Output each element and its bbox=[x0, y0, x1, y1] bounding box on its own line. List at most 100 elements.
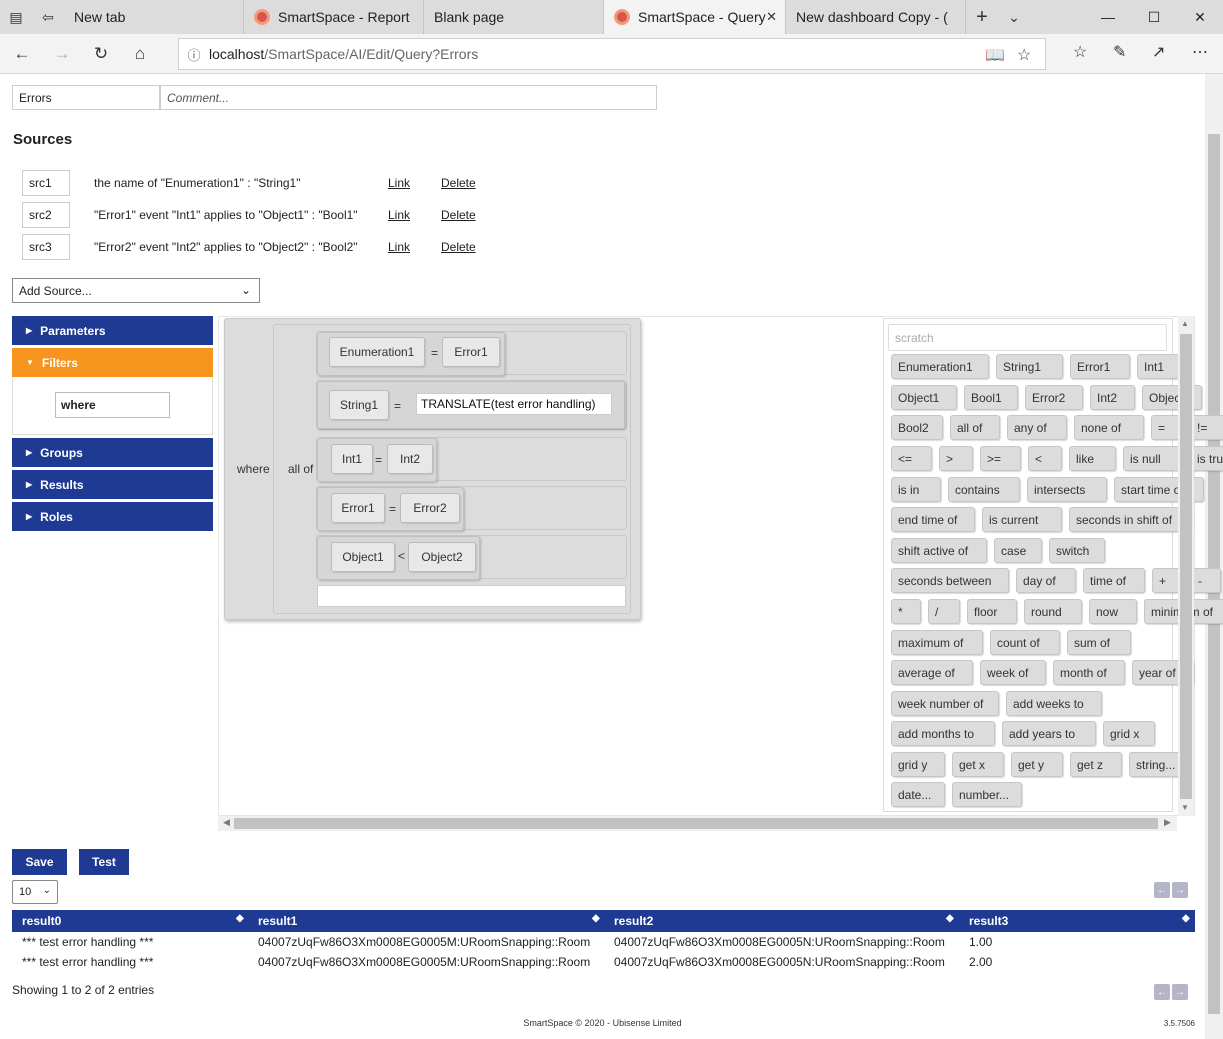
palette-token[interactable]: shift active of bbox=[891, 538, 987, 563]
prev-page-icon[interactable]: ← bbox=[1154, 984, 1170, 1000]
palette-token[interactable]: != bbox=[1190, 415, 1223, 440]
refresh-icon[interactable]: ↻ bbox=[89, 42, 113, 66]
palette-token[interactable]: intersects bbox=[1027, 477, 1107, 502]
prev-page-icon[interactable]: ← bbox=[1154, 882, 1170, 898]
forward-icon[interactable]: → bbox=[50, 42, 74, 66]
more-icon[interactable]: ⋯ bbox=[1192, 42, 1208, 62]
panel-parameters[interactable]: ▶ Parameters bbox=[12, 316, 213, 345]
palette-token[interactable]: is true bbox=[1190, 446, 1223, 471]
panel-groups[interactable]: ▶ Groups bbox=[12, 438, 213, 467]
next-page-icon[interactable]: → bbox=[1172, 882, 1188, 898]
expression-chip[interactable]: Int1 bbox=[331, 444, 373, 474]
save-button[interactable]: Save bbox=[12, 849, 67, 875]
source-link-link[interactable]: Link bbox=[388, 208, 410, 222]
panel-roles[interactable]: ▶ Roles bbox=[12, 502, 213, 531]
source-link-link[interactable]: Link bbox=[388, 176, 410, 190]
close-window-icon[interactable]: ✕ bbox=[1177, 0, 1223, 34]
tab-list-chevron-icon[interactable]: ⌄ bbox=[998, 0, 1030, 34]
source-delete-link[interactable]: Delete bbox=[441, 208, 476, 222]
sort-icon[interactable]: ◆ bbox=[946, 913, 954, 924]
expression-chip[interactable]: Object2 bbox=[408, 542, 476, 572]
palette-token[interactable]: sum of bbox=[1067, 630, 1131, 655]
palette-token[interactable]: Int1 bbox=[1137, 354, 1181, 379]
home-icon[interactable]: ⌂ bbox=[128, 42, 152, 66]
palette-token[interactable]: is in bbox=[891, 477, 941, 502]
palette-token[interactable]: maximum of bbox=[891, 630, 983, 655]
source-delete-link[interactable]: Delete bbox=[441, 176, 476, 190]
maximize-icon[interactable]: ☐ bbox=[1131, 0, 1177, 34]
palette-token[interactable]: Error2 bbox=[1025, 385, 1083, 410]
palette-token[interactable]: * bbox=[891, 599, 921, 624]
tab-actions-icon[interactable]: ▤ bbox=[0, 0, 32, 34]
palette-token[interactable]: Enumeration1 bbox=[891, 354, 989, 379]
palette-token[interactable]: time of bbox=[1083, 568, 1145, 593]
palette-token[interactable]: week number of bbox=[891, 691, 999, 716]
tab-smartspace-query[interactable]: SmartSpace - Query ✕ bbox=[604, 0, 786, 34]
add-source-select[interactable]: Add Source... ⌄ bbox=[12, 278, 260, 303]
palette-token[interactable]: seconds in shift of bbox=[1069, 507, 1193, 532]
palette-token[interactable]: seconds between bbox=[891, 568, 1009, 593]
sort-icon[interactable]: ◆ bbox=[1182, 913, 1190, 924]
panel-results[interactable]: ▶ Results bbox=[12, 470, 213, 499]
palette-token[interactable]: all of bbox=[950, 415, 1000, 440]
info-icon[interactable]: ⓘ bbox=[179, 45, 209, 64]
set-aside-tabs-icon[interactable]: ⇦ bbox=[32, 0, 64, 34]
palette-token[interactable]: round bbox=[1024, 599, 1082, 624]
translate-text-field[interactable]: TRANSLATE(test error handling) bbox=[416, 393, 612, 415]
query-name-field[interactable]: Errors bbox=[12, 85, 160, 110]
close-tab-icon[interactable]: ✕ bbox=[766, 9, 777, 25]
column-header[interactable]: result0 bbox=[22, 914, 61, 928]
scrollbar-thumb[interactable] bbox=[1180, 334, 1192, 799]
reading-view-icon[interactable]: 📖 bbox=[985, 45, 1005, 65]
source-id-field[interactable]: src1 bbox=[22, 170, 70, 196]
palette-token[interactable]: week of bbox=[980, 660, 1046, 685]
url-field[interactable]: ⓘ localhost/SmartSpace/AI/Edit/Query?Err… bbox=[178, 38, 1046, 70]
palette-token[interactable]: contains bbox=[948, 477, 1020, 502]
sort-icon[interactable]: ◆ bbox=[236, 913, 244, 924]
source-id-field[interactable]: src3 bbox=[22, 234, 70, 260]
palette-token[interactable]: add weeks to bbox=[1006, 691, 1102, 716]
palette-token[interactable]: add months to bbox=[891, 721, 995, 746]
palette-token[interactable]: get z bbox=[1070, 752, 1122, 777]
palette-token[interactable]: - bbox=[1191, 568, 1221, 593]
comment-field[interactable]: Comment... bbox=[160, 85, 657, 110]
palette-token[interactable]: add years to bbox=[1002, 721, 1096, 746]
tab-smartspace-report[interactable]: SmartSpace - Report bbox=[244, 0, 424, 34]
tab-blank-page[interactable]: Blank page bbox=[424, 0, 604, 90]
tab-new-dashboard[interactable]: New dashboard Copy - ( bbox=[786, 0, 966, 34]
back-icon[interactable]: ← bbox=[10, 42, 34, 66]
scroll-up-icon[interactable]: ▲ bbox=[1181, 319, 1189, 328]
expression-chip[interactable]: Error1 bbox=[331, 493, 385, 523]
palette-token[interactable]: any of bbox=[1007, 415, 1067, 440]
palette-token[interactable]: average of bbox=[891, 660, 973, 685]
palette-token[interactable]: get y bbox=[1011, 752, 1063, 777]
palette-scrollbar[interactable]: ▲ ▼ bbox=[1178, 316, 1194, 816]
minimize-icon[interactable]: — bbox=[1085, 0, 1131, 34]
palette-token[interactable]: switch bbox=[1049, 538, 1105, 563]
expression-chip[interactable]: Error2 bbox=[400, 493, 460, 523]
palette-token[interactable]: < bbox=[1028, 446, 1062, 471]
palette-token[interactable]: get x bbox=[952, 752, 1004, 777]
expression-chip[interactable]: Int2 bbox=[387, 444, 433, 474]
palette-token[interactable]: month of bbox=[1053, 660, 1125, 685]
palette-token[interactable]: / bbox=[928, 599, 960, 624]
palette-token[interactable]: day of bbox=[1016, 568, 1076, 593]
scroll-left-icon[interactable]: ◀ bbox=[223, 817, 230, 828]
column-header[interactable]: result3 bbox=[969, 914, 1008, 928]
palette-token[interactable]: grid y bbox=[891, 752, 945, 777]
scroll-right-icon[interactable]: ▶ bbox=[1164, 817, 1171, 828]
palette-token[interactable]: grid x bbox=[1103, 721, 1155, 746]
expression-chip[interactable]: Enumeration1 bbox=[329, 337, 425, 367]
new-tab-icon[interactable]: + bbox=[966, 0, 998, 34]
palette-token[interactable]: is null bbox=[1123, 446, 1183, 471]
builder-hscrollbar[interactable]: ◀ ▶ bbox=[218, 816, 1177, 831]
share-icon[interactable]: ↗ bbox=[1152, 42, 1165, 62]
pen-icon[interactable]: ✎ bbox=[1113, 42, 1126, 62]
scrollbar-thumb[interactable] bbox=[234, 818, 1158, 829]
source-id-field[interactable]: src2 bbox=[22, 202, 70, 228]
new-condition-slot[interactable] bbox=[317, 585, 626, 607]
expression-chip[interactable]: Error1 bbox=[442, 337, 500, 367]
scratch-field[interactable]: scratch bbox=[888, 324, 1167, 351]
palette-token[interactable]: Bool2 bbox=[891, 415, 943, 440]
palette-token[interactable]: Bool1 bbox=[964, 385, 1018, 410]
